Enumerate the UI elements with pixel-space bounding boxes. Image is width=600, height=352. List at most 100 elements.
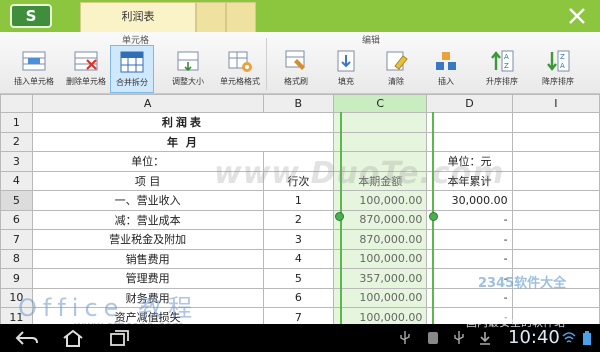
cell-b[interactable]: 6 (262, 287, 335, 308)
cell-i[interactable] (511, 229, 600, 250)
cell-i[interactable] (511, 170, 600, 191)
row-header[interactable]: 3 (0, 151, 33, 172)
cell-d[interactable] (426, 112, 513, 133)
cell-d[interactable]: 本年累计 (426, 170, 513, 191)
row-header[interactable]: 10 (0, 287, 33, 308)
merge-split-button[interactable]: 合并拆分 (110, 45, 154, 93)
cell-b[interactable]: 4 (262, 248, 335, 269)
app-logo-button[interactable]: S (10, 4, 52, 28)
cell-c[interactable]: 357,000.00 (333, 268, 428, 289)
cell-b[interactable]: 5 (262, 268, 335, 289)
cell-d[interactable]: - (426, 307, 513, 324)
cell-i[interactable] (511, 151, 600, 172)
column-header-a[interactable]: A (31, 94, 264, 113)
column-header-i[interactable]: I (511, 94, 600, 113)
fill-button[interactable]: 填充 (318, 45, 374, 93)
sort-ascending-button[interactable]: A Z 升序排序 (474, 45, 530, 93)
row-header[interactable]: 2 (0, 131, 33, 152)
row-header[interactable]: 7 (0, 229, 33, 250)
cell-c[interactable]: 100,000.00 (333, 190, 428, 211)
cell-format-button[interactable]: 单元格格式 (212, 45, 268, 93)
home-button[interactable] (60, 328, 86, 348)
selection-handle-right[interactable] (429, 212, 438, 221)
cell-i[interactable] (511, 209, 600, 230)
cell-i[interactable] (511, 190, 600, 211)
cell-c[interactable] (333, 151, 428, 172)
column-header-b[interactable]: B (262, 94, 335, 113)
tab-blank-1[interactable] (196, 2, 226, 32)
row-header[interactable]: 4 (0, 170, 33, 191)
resize-button[interactable]: 调整大小 (160, 45, 216, 93)
row-header[interactable]: 6 (0, 209, 33, 230)
select-all-corner[interactable] (0, 94, 33, 113)
recent-apps-button[interactable] (106, 328, 132, 348)
date-cell[interactable]: 年 月 (31, 131, 335, 152)
cell-b[interactable]: 行次 (262, 170, 335, 191)
close-button[interactable] (566, 5, 588, 27)
clear-button[interactable]: 清除 (368, 45, 424, 93)
cell-c[interactable]: 本期金额 (333, 170, 428, 191)
cell-i[interactable] (511, 287, 600, 308)
cell-i[interactable] (511, 112, 600, 133)
row-header[interactable]: 9 (0, 268, 33, 289)
back-button[interactable] (14, 328, 40, 348)
cell-a[interactable]: 管理费用 (31, 268, 264, 289)
cell-b[interactable]: 7 (262, 307, 335, 324)
cell-b[interactable]: 1 (262, 190, 335, 211)
row-header[interactable]: 11 (0, 307, 33, 324)
cell-i[interactable] (511, 131, 600, 152)
battery-icon (580, 330, 594, 346)
cell-c[interactable] (333, 131, 428, 152)
column-header-c[interactable]: C (333, 94, 428, 113)
cell-d[interactable]: 30,000.00 (426, 190, 513, 211)
merge-split-icon (120, 51, 144, 73)
column-header-d[interactable]: D (426, 94, 513, 113)
notification-icon (426, 330, 440, 346)
cell-b[interactable] (262, 151, 335, 172)
cell-d[interactable]: - (426, 248, 513, 269)
insert-cell-button[interactable]: 插入单元格 (6, 45, 62, 93)
spreadsheet-grid[interactable]: A B C D I 1 利润表 2 年 月 3 单位： 单位：元 4 项 目 行… (0, 94, 600, 324)
download-icon (478, 330, 492, 346)
row-header[interactable]: 8 (0, 248, 33, 269)
format-painter-button[interactable]: 格式刷 (268, 45, 324, 93)
row-header[interactable]: 5 (0, 190, 33, 211)
cell-i[interactable] (511, 248, 600, 269)
cell-a[interactable]: 销售费用 (31, 248, 264, 269)
cell-c[interactable]: 100,000.00 (333, 307, 428, 324)
cell-d[interactable]: 单位：元 (426, 151, 513, 172)
cell-a[interactable]: 单位： (31, 151, 264, 172)
delete-cell-button[interactable]: 删除单元格 (58, 45, 114, 93)
insert-icon (436, 52, 456, 70)
cell-d[interactable]: - (426, 229, 513, 250)
tab-profit-sheet[interactable]: 利润表 (80, 2, 196, 32)
row-header[interactable]: 1 (0, 112, 33, 133)
cell-c[interactable]: 870,000.00 (333, 229, 428, 250)
merge-split-label: 合并拆分 (116, 78, 148, 87)
cell-d[interactable]: - (426, 287, 513, 308)
cell-i[interactable] (511, 268, 600, 289)
cell-a[interactable]: 项 目 (31, 170, 264, 191)
cell-b[interactable]: 3 (262, 229, 335, 250)
cell-a[interactable]: 减：营业成本 (31, 209, 264, 230)
cell-i[interactable] (511, 307, 600, 324)
cell-d[interactable]: - (426, 209, 513, 230)
recent-apps-icon (110, 330, 129, 346)
cell-d[interactable]: - (426, 268, 513, 289)
cell-a[interactable]: 一、营业收入 (31, 190, 264, 211)
cell-c[interactable]: 100,000.00 (333, 248, 428, 269)
home-icon (63, 329, 83, 347)
insert-button[interactable]: 插入 (418, 45, 474, 93)
tab-blank-2[interactable] (226, 2, 256, 32)
cell-a[interactable]: 资产减值损失 (31, 307, 264, 324)
cell-c[interactable]: 100,000.00 (333, 287, 428, 308)
cell-c[interactable] (333, 112, 428, 133)
sheet-title-cell[interactable]: 利润表 (31, 112, 335, 133)
selection-handle-left[interactable] (335, 212, 344, 221)
cell-b[interactable]: 2 (262, 209, 335, 230)
cell-a[interactable]: 财务费用 (31, 287, 264, 308)
cell-a[interactable]: 营业税金及附加 (31, 229, 264, 250)
sort-descending-button[interactable]: Z A 降序排序 (530, 45, 586, 93)
cell-d[interactable] (426, 131, 513, 152)
cell-c[interactable]: 870,000.00 (333, 209, 428, 230)
